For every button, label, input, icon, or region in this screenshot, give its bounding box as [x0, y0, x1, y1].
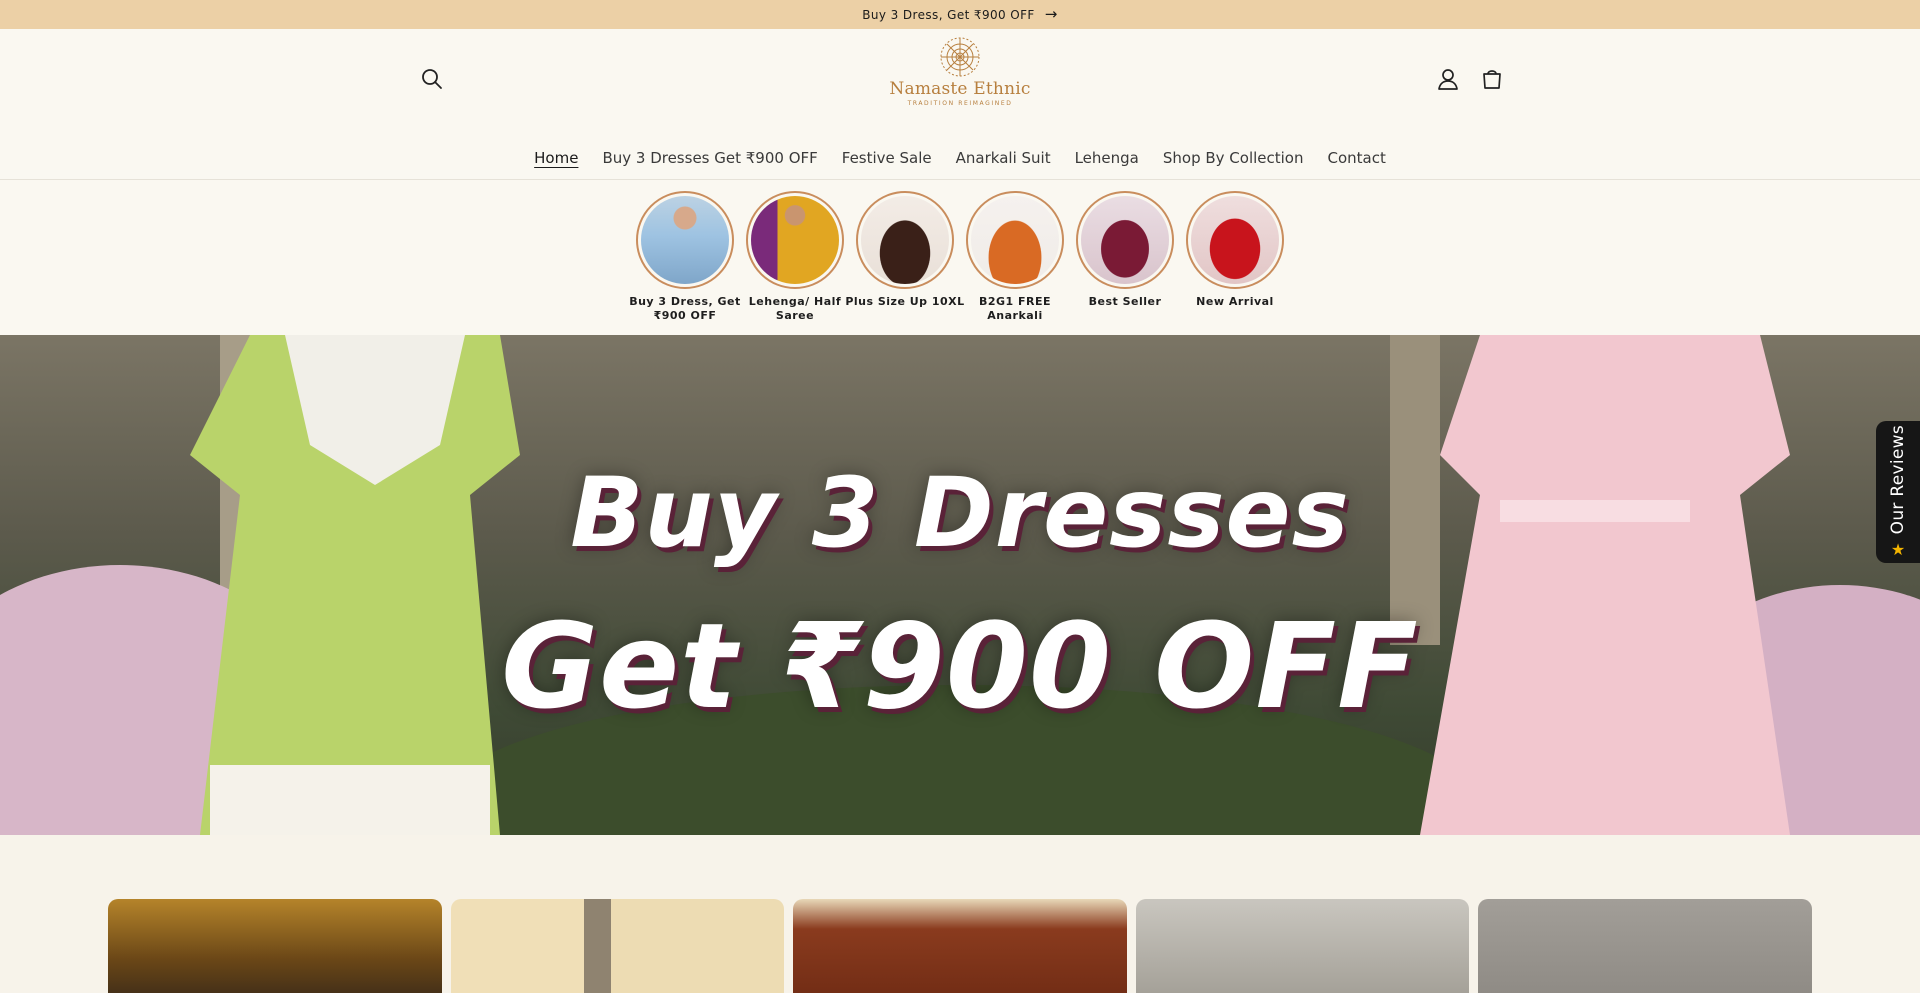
- hero-headline: Buy 3 Dresses: [570, 457, 1350, 569]
- category-image[interactable]: [1186, 191, 1284, 289]
- category-image[interactable]: [636, 191, 734, 289]
- video-card[interactable]: [1135, 899, 1470, 993]
- category-label[interactable]: Plus Size Up 10XL: [845, 295, 965, 309]
- nav-shop-by-collection[interactable]: Shop By Collection: [1163, 149, 1304, 171]
- reviews-tab[interactable]: Our Reviews ★: [1876, 421, 1920, 563]
- logo[interactable]: Namaste Ethnic TRADITION REIMAGINED: [880, 35, 1040, 119]
- account-icon[interactable]: [1434, 65, 1462, 93]
- hero-subheadline: Get ₹900 OFF: [501, 597, 1419, 735]
- mandala-logo-icon: [940, 37, 980, 77]
- hero-background-image: [0, 335, 1920, 835]
- video-cards-row: [108, 899, 1812, 993]
- logo-tagline: TRADITION REIMAGINED: [907, 100, 1013, 107]
- nav-anarkali-suit[interactable]: Anarkali Suit: [956, 149, 1051, 171]
- category-image[interactable]: [1076, 191, 1174, 289]
- nav-contact[interactable]: Contact: [1327, 149, 1385, 171]
- main-nav: Home Buy 3 Dresses Get ₹900 OFF Festive …: [0, 149, 1920, 171]
- video-card[interactable]: [1478, 899, 1812, 993]
- category-label[interactable]: Buy 3 Dress, Get ₹900 OFF: [625, 295, 745, 323]
- reviews-tab-label[interactable]: Our Reviews: [1888, 425, 1908, 534]
- cart-icon[interactable]: [1478, 65, 1506, 93]
- hero-banner[interactable]: Buy 3 Dresses Get ₹900 OFF: [0, 335, 1920, 835]
- category-item[interactable]: New Arrival: [1186, 191, 1284, 335]
- category-image[interactable]: [746, 191, 844, 289]
- video-card[interactable]: [793, 899, 1127, 993]
- category-item[interactable]: Plus Size Up 10XL: [845, 191, 964, 335]
- site-header: Namaste Ethnic TRADITION REIMAGINED Home…: [0, 29, 1920, 180]
- announcement-bar[interactable]: Buy 3 Dress, Get ₹900 OFF →: [0, 0, 1920, 29]
- nav-lehenga[interactable]: Lehenga: [1075, 149, 1139, 171]
- arrow-right-icon: →: [1044, 5, 1058, 23]
- nav-festive-sale[interactable]: Festive Sale: [842, 149, 932, 171]
- category-item[interactable]: Buy 3 Dress, Get ₹900 OFF: [629, 191, 740, 335]
- category-label[interactable]: B2G1 FREE Anarkali: [955, 295, 1075, 323]
- category-circles: Buy 3 Dress, Get ₹900 OFF Lehenga/ Half …: [0, 180, 1920, 335]
- video-card[interactable]: [450, 899, 785, 993]
- search-icon[interactable]: [418, 65, 446, 93]
- star-icon: ★: [1890, 540, 1906, 560]
- category-label[interactable]: New Arrival: [1175, 295, 1295, 309]
- category-item[interactable]: Best Seller: [1076, 191, 1174, 335]
- category-label[interactable]: Best Seller: [1065, 295, 1185, 309]
- category-image[interactable]: [856, 191, 954, 289]
- nav-buy-3-dresses[interactable]: Buy 3 Dresses Get ₹900 OFF: [602, 149, 817, 171]
- logo-name: Namaste Ethnic: [889, 79, 1031, 99]
- announcement-text[interactable]: Buy 3 Dress, Get ₹900 OFF: [862, 8, 1034, 22]
- video-card[interactable]: [108, 899, 442, 993]
- category-item[interactable]: Lehenga/ Half Saree: [746, 191, 844, 335]
- category-item[interactable]: B2G1 FREE Anarkali: [966, 191, 1064, 335]
- category-image[interactable]: [966, 191, 1064, 289]
- nav-home[interactable]: Home: [534, 149, 578, 171]
- category-label[interactable]: Lehenga/ Half Saree: [735, 295, 855, 323]
